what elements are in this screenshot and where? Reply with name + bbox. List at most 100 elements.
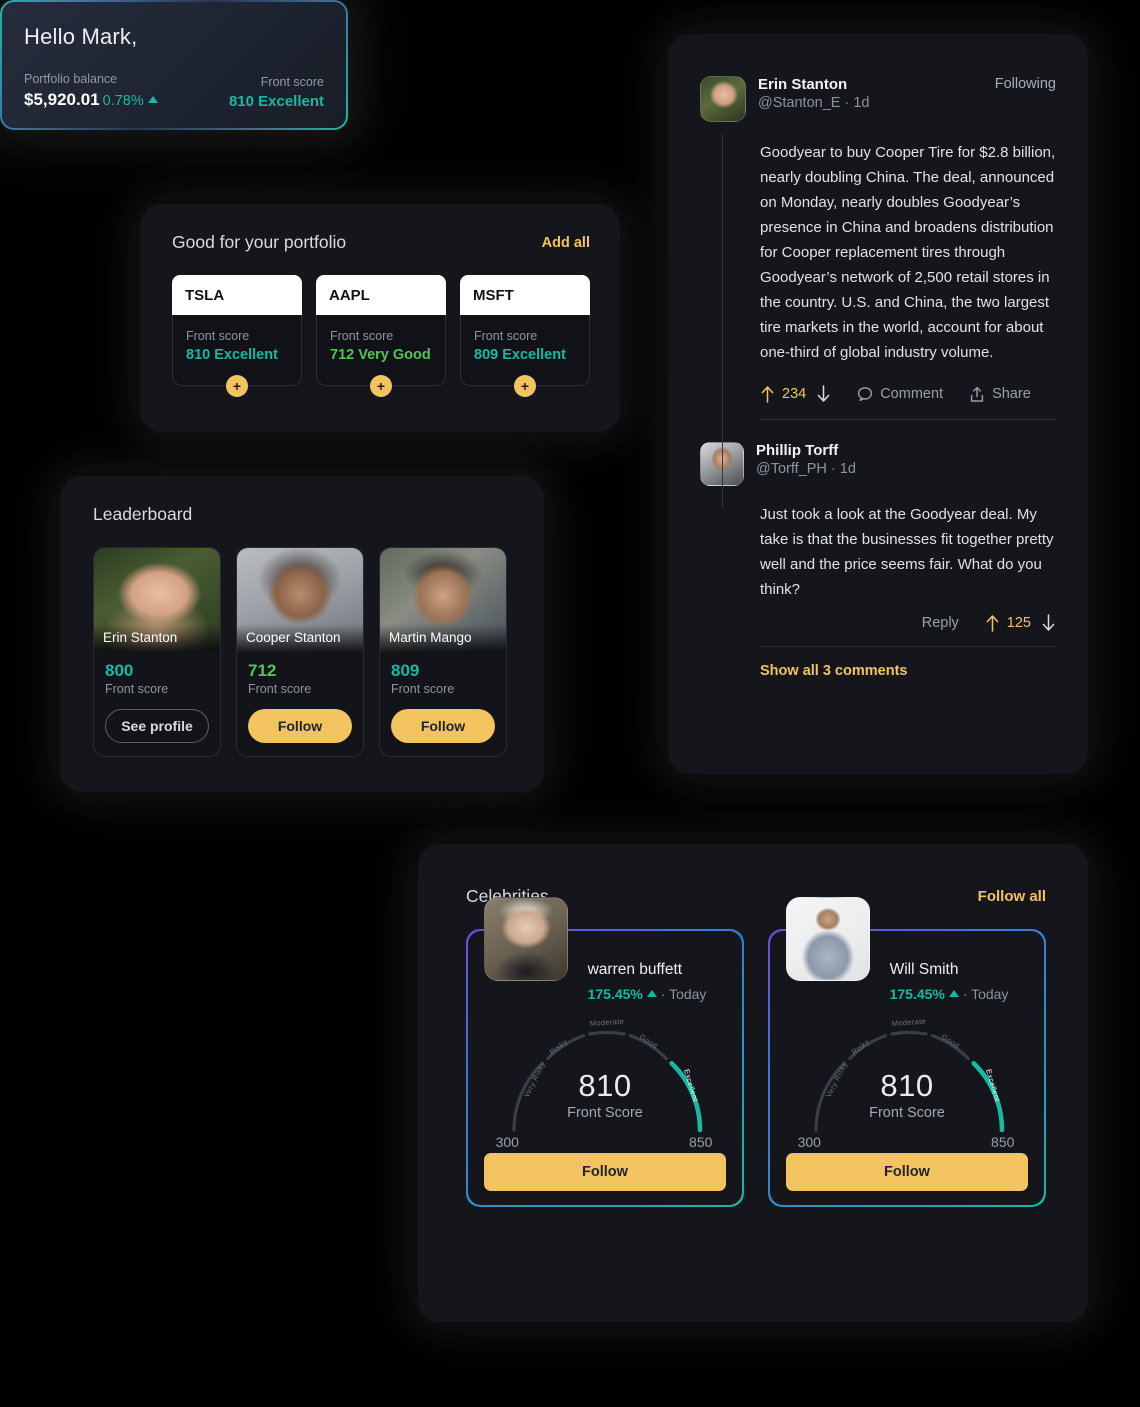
- portfolio-balance-block: Portfolio balance $5,920.01 0.78%: [24, 72, 158, 110]
- gauge-caption: Front Score: [567, 1104, 643, 1121]
- leaderboard-person-name: Erin Stanton: [94, 624, 220, 652]
- follow-button[interactable]: Follow: [391, 709, 495, 743]
- front-score-gauge: Very Risky Risky Moderate Good Excellent…: [786, 1006, 1029, 1156]
- ticker-card-msft[interactable]: MSFT Front score 809 Excellent +: [460, 275, 590, 397]
- celebrities-card: Celebrities Follow all warren buffett 17…: [418, 844, 1088, 1322]
- comment-body-text: Just took a look at the Goodyear deal. M…: [760, 506, 1054, 598]
- share-button[interactable]: Share: [969, 386, 1031, 403]
- comment-button[interactable]: Comment: [857, 386, 943, 402]
- follow-all-button[interactable]: Follow all: [978, 888, 1046, 905]
- celebrity-period: · Today: [962, 985, 1009, 1002]
- upvote-count: 234: [782, 386, 807, 402]
- leaderboard-item-body: 800 Front score See profile: [94, 652, 220, 756]
- avatar: Martin Mango: [380, 548, 506, 652]
- add-all-button[interactable]: Add all: [542, 235, 590, 251]
- gauge-label-good: Good: [638, 1032, 659, 1050]
- celebrity-period: · Today: [660, 985, 707, 1002]
- comment-author-handle: @Torff_PH · 1d: [756, 461, 856, 477]
- upvote-button[interactable]: 234: [760, 385, 806, 403]
- portfolio-balance-delta: 0.78%: [102, 93, 144, 109]
- leaderboard-item-body: 712 Front score Follow: [237, 652, 363, 756]
- leaderboard-card: Leaderboard Erin Stanton 800 Front score…: [60, 476, 544, 792]
- follow-button[interactable]: Follow: [483, 1153, 727, 1192]
- see-profile-button[interactable]: See profile: [105, 709, 209, 743]
- follow-button[interactable]: Follow: [248, 709, 352, 743]
- plus-icon[interactable]: +: [226, 375, 248, 397]
- celebrity-card-inner: Will Smith 175.45% · Today Very Risky Ri…: [769, 896, 1045, 1206]
- front-score-value: 810 Excellent: [228, 93, 324, 110]
- ticker-list: TSLA Front score 810 Excellent + AAPL Fr…: [140, 253, 620, 397]
- gauge-value: 810: [880, 1067, 934, 1103]
- leaderboard-item-erin-stanton[interactable]: Erin Stanton 800 Front score See profile: [93, 547, 221, 757]
- share-icon: [970, 386, 984, 402]
- greeting-text: Hello Mark,: [24, 24, 138, 49]
- avatar: Cooper Stanton: [237, 548, 363, 652]
- ticker-score-value: 810 Excellent: [186, 347, 278, 363]
- ticker-card-aapl[interactable]: AAPL Front score 712 Very Good +: [316, 275, 446, 397]
- celebrity-card-inner: warren buffett 175.45% · Today Very Risk…: [467, 896, 743, 1206]
- comment-upvote-button[interactable]: 125: [985, 614, 1031, 632]
- ticker-card-tsla[interactable]: TSLA Front score 810 Excellent +: [172, 275, 302, 397]
- ticker-score-label: Front score: [330, 329, 394, 343]
- celebrity-card-will-smith[interactable]: Will Smith 175.45% · Today Very Risky Ri…: [768, 896, 1046, 1207]
- leaderboard-score-caption: Front score: [391, 682, 455, 696]
- downvote-button[interactable]: [816, 385, 831, 403]
- leaderboard-item-body: 809 Front score Follow: [380, 652, 506, 756]
- gauge-band-moderate: [889, 1030, 928, 1036]
- post-author-block: Erin Stanton @Stanton_E · 1d: [758, 76, 869, 111]
- celebrity-info: warren buffett 175.45% · Today: [588, 947, 727, 1002]
- portfolio-card-header: Good for your portfolio Add all: [140, 204, 620, 253]
- gauge-label-moderate: Moderate: [891, 1016, 926, 1027]
- post-body-text: Goodyear to buy Cooper Tire for $2.8 bil…: [760, 144, 1056, 361]
- gauge-label-good: Good: [940, 1032, 961, 1050]
- gauge-center-readout: 810 Front Score: [484, 1068, 727, 1121]
- follow-button[interactable]: Follow: [785, 1153, 1029, 1192]
- leaderboard-person-name: Martin Mango: [380, 624, 506, 652]
- celebrity-info: Will Smith 175.45% · Today: [890, 947, 1029, 1002]
- comment-author-name: Phillip Torff: [756, 442, 839, 459]
- celebrity-list: warren buffett 175.45% · Today Very Risk…: [418, 896, 1088, 1207]
- portfolio-balance-label: Portfolio balance: [24, 72, 118, 86]
- leaderboard-person-name: Cooper Stanton: [237, 624, 363, 652]
- gauge-label-risky: Risky: [849, 1037, 870, 1056]
- comment-downvote-button[interactable]: [1041, 614, 1056, 632]
- upvote-arrow-icon: [761, 386, 774, 403]
- avatar: [483, 896, 568, 981]
- comment-label: Comment: [880, 386, 944, 402]
- plus-icon[interactable]: +: [370, 375, 392, 397]
- celebrity-card-warren-buffett[interactable]: warren buffett 175.45% · Today Very Risk…: [466, 896, 744, 1207]
- gauge-center-readout: 810 Front Score: [786, 1068, 1029, 1121]
- leaderboard-score-caption: Front score: [248, 682, 312, 696]
- gauge-max-tick: 850: [689, 1133, 713, 1150]
- welcome-stats-row: Portfolio balance $5,920.01 0.78% Front s…: [24, 72, 324, 110]
- leaderboard-score: 800: [105, 661, 134, 680]
- comment-bubble-icon: [858, 387, 873, 402]
- trend-up-triangle-icon: [147, 96, 158, 103]
- leaderboard-score-caption: Front score: [105, 682, 169, 696]
- dashboard-stage: Hello Mark, Portfolio balance $5,920.01 0…: [0, 0, 1140, 1407]
- feed-inner: Erin Stanton @Stanton_E · 1d Following G…: [668, 34, 1088, 679]
- portfolio-balance-value-row: $5,920.01 0.78%: [24, 90, 158, 110]
- ticker-symbol: AAPL: [316, 275, 446, 315]
- comment-meta: Phillip Torff @Torff_PH · 1d: [756, 442, 1056, 477]
- celebrity-name: Will Smith: [889, 960, 959, 978]
- leaderboard-item-cooper-stanton[interactable]: Cooper Stanton 712 Front score Follow: [236, 547, 364, 757]
- ticker-score-label: Front score: [186, 329, 250, 343]
- welcome-card: Hello Mark, Portfolio balance $5,920.01 0…: [0, 0, 348, 130]
- post-author-name: Erin Stanton: [758, 76, 848, 93]
- leaderboard-list: Erin Stanton 800 Front score See profile…: [60, 525, 544, 757]
- plus-icon[interactable]: +: [514, 375, 536, 397]
- post-action-bar: 234 Comment Share: [760, 385, 1056, 420]
- reply-button[interactable]: Reply: [922, 615, 959, 631]
- avatar[interactable]: [700, 76, 746, 122]
- following-button[interactable]: Following: [995, 76, 1056, 92]
- leaderboard-item-martin-mango[interactable]: Martin Mango 809 Front score Follow: [379, 547, 507, 757]
- downvote-arrow-icon: [1042, 614, 1055, 631]
- ticker-symbol: TSLA: [172, 275, 302, 315]
- avatar: [785, 896, 870, 981]
- upvote-arrow-icon: [986, 615, 999, 632]
- show-all-comments-link[interactable]: Show all 3 comments: [760, 663, 1056, 679]
- post-author-handle: @Stanton_E · 1d: [758, 95, 870, 111]
- comment-action-bar: Reply 125: [760, 614, 1056, 647]
- gauge-label-moderate: Moderate: [589, 1016, 624, 1027]
